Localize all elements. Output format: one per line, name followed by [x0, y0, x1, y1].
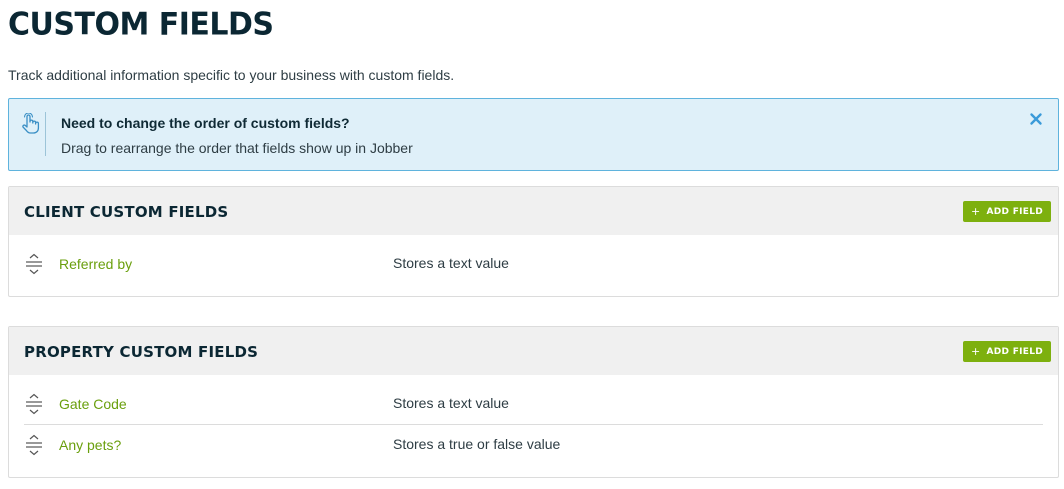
property-section-title: PROPERTY CUSTOM FIELDS [24, 343, 259, 361]
reorder-info-banner: Need to change the order of custom field… [8, 98, 1059, 171]
close-icon[interactable] [1028, 111, 1044, 127]
banner-text: Drag to rearrange the order that fields … [61, 140, 413, 156]
field-type: Stores a true or false value [393, 436, 561, 452]
drag-handle-icon[interactable] [25, 393, 43, 415]
custom-field-row[interactable]: Any pets? Stores a true or false value [24, 424, 1043, 464]
page-title: CUSTOM FIELDS [8, 6, 274, 43]
add-client-field-button[interactable]: + ADD FIELD [963, 201, 1051, 222]
drag-handle-icon[interactable] [25, 434, 43, 456]
property-custom-fields-card: PROPERTY CUSTOM FIELDS + ADD FIELD Gate … [8, 326, 1059, 478]
add-field-label: ADD FIELD [986, 206, 1044, 217]
plus-icon: + [970, 345, 981, 358]
custom-field-row[interactable]: Referred by Stores a text value [24, 244, 1043, 284]
add-property-field-button[interactable]: + ADD FIELD [963, 341, 1051, 362]
page-description: Track additional information specific to… [8, 67, 455, 83]
client-custom-fields-card: CLIENT CUSTOM FIELDS + ADD FIELD Referre… [8, 186, 1059, 297]
add-field-label: ADD FIELD [986, 346, 1044, 357]
hand-pointer-icon [22, 113, 40, 134]
custom-field-row[interactable]: Gate Code Stores a text value [24, 384, 1043, 424]
client-section-title: CLIENT CUSTOM FIELDS [24, 203, 229, 221]
field-type: Stores a text value [393, 255, 509, 271]
field-type: Stores a text value [393, 395, 509, 411]
property-card-header: PROPERTY CUSTOM FIELDS + ADD FIELD [9, 327, 1058, 375]
field-name-link[interactable]: Gate Code [59, 396, 127, 412]
drag-handle-icon[interactable] [25, 253, 43, 275]
banner-divider [45, 112, 46, 156]
field-name-link[interactable]: Referred by [59, 256, 132, 272]
banner-title: Need to change the order of custom field… [61, 115, 350, 131]
client-card-header: CLIENT CUSTOM FIELDS + ADD FIELD [9, 187, 1058, 235]
plus-icon: + [970, 205, 981, 218]
field-name-link[interactable]: Any pets? [59, 437, 121, 453]
